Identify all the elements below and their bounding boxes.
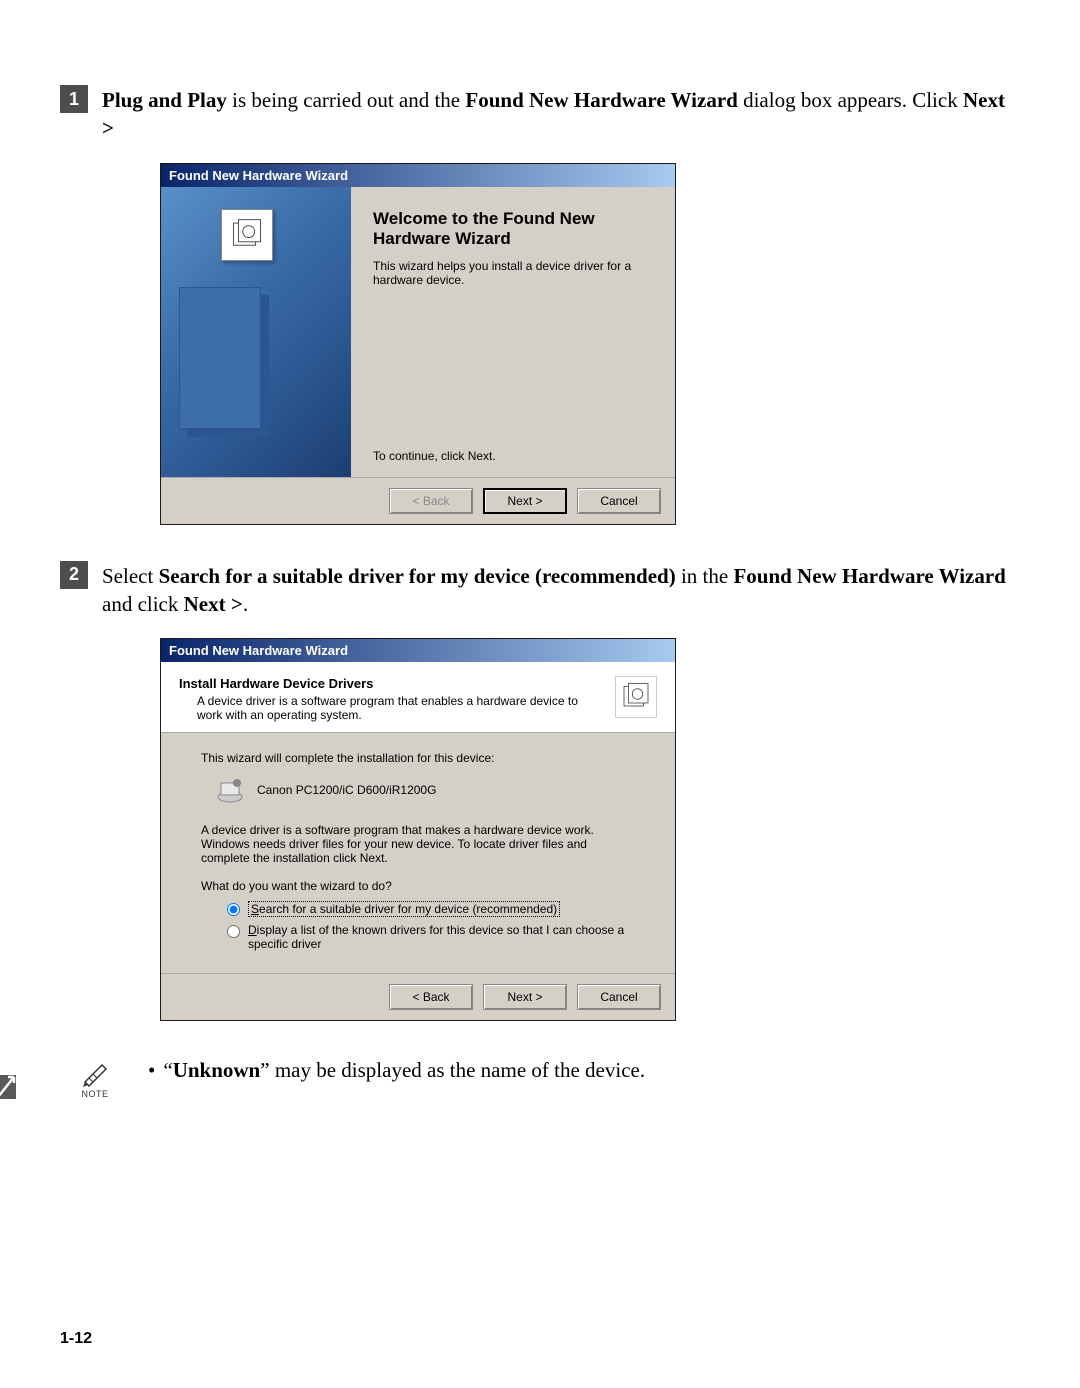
radio-input-2[interactable] xyxy=(227,925,240,938)
cancel-button[interactable]: Cancel xyxy=(577,488,661,514)
cancel-button[interactable]: Cancel xyxy=(577,984,661,1010)
txt: “ xyxy=(163,1058,172,1082)
device-icon xyxy=(215,775,245,805)
wizard1-button-row: < Back Next > Cancel xyxy=(161,477,675,524)
next-button[interactable]: Next > xyxy=(483,984,567,1010)
txt: is being carried out and the xyxy=(227,88,466,112)
back-button: < Back xyxy=(389,488,473,514)
note-text: • “Unknown” may be displayed as the name… xyxy=(148,1057,645,1084)
txt: and click xyxy=(102,592,184,616)
wizard2-question: What do you want the wizard to do? xyxy=(201,879,635,893)
wizard2-line1: This wizard will complete the installati… xyxy=(201,751,635,765)
wizard2-device-name: Canon PC1200/iC D600/iR1200G xyxy=(257,783,436,797)
radio-input-1[interactable] xyxy=(227,903,240,916)
wizard1-sidebar-graphic xyxy=(161,187,351,477)
radio-display-list[interactable]: Display a list of the known drivers for … xyxy=(227,923,635,951)
driver-disc-icon xyxy=(221,209,273,261)
txt: Plug and Play xyxy=(102,88,227,112)
txt: . xyxy=(243,592,248,616)
step-number-2: 2 xyxy=(60,561,88,589)
note-label: NOTE xyxy=(81,1089,108,1099)
wizard2-header: Install Hardware Device Drivers A device… xyxy=(161,662,675,733)
pencil-icon xyxy=(80,1057,110,1087)
txt: in the xyxy=(676,564,734,588)
txt: Search for a suitable driver for my devi… xyxy=(159,564,676,588)
wizard2-header-title: Install Hardware Device Drivers xyxy=(179,676,599,691)
driver-disc-icon xyxy=(615,676,657,718)
txt: Unknown xyxy=(173,1058,261,1082)
txt: Next > xyxy=(184,592,243,616)
margin-arrow-icon xyxy=(0,1075,16,1099)
wizard1-subtext: This wizard helps you install a device d… xyxy=(373,259,653,287)
txt: dialog box appears. Click xyxy=(738,88,963,112)
txt: Select xyxy=(102,564,159,588)
step-number-1: 1 xyxy=(60,85,88,113)
step-1-text: Plug and Play is being carried out and t… xyxy=(102,85,1020,143)
wizard1-titlebar: Found New Hardware Wizard xyxy=(161,164,675,187)
bullet: • xyxy=(148,1057,155,1084)
wizard2-titlebar: Found New Hardware Wizard xyxy=(161,639,675,662)
back-label: < Back xyxy=(412,990,449,1004)
next-label: Next > xyxy=(507,494,542,508)
wizard1-heading: Welcome to the Found New Hardware Wizard xyxy=(373,209,653,250)
wizard1-continue-text: To continue, click Next. xyxy=(373,449,653,469)
txt: ” may be displayed as the name of the de… xyxy=(260,1058,645,1082)
txt: Found New Hardware Wizard xyxy=(733,564,1005,588)
back-button[interactable]: < Back xyxy=(389,984,473,1010)
step-2-text: Select Search for a suitable driver for … xyxy=(102,561,1020,619)
wizard-dialog-2: Found New Hardware Wizard Install Hardwa… xyxy=(160,638,676,1021)
wizard-dialog-1: Found New Hardware Wizard Welcome to the… xyxy=(160,163,676,525)
wizard2-desc2: A device driver is a software program th… xyxy=(201,823,635,865)
note-marker: NOTE xyxy=(60,1057,130,1099)
radio1-label: Search for a suitable driver for my devi… xyxy=(248,901,560,917)
wizard2-header-desc: A device driver is a software program th… xyxy=(179,694,599,722)
wizard2-button-row: < Back Next > Cancel xyxy=(161,973,675,1020)
radio2-label: Display a list of the known drivers for … xyxy=(248,923,635,951)
next-label: Next > xyxy=(507,990,542,1004)
txt: Found New Hardware Wizard xyxy=(465,88,737,112)
next-button[interactable]: Next > xyxy=(483,488,567,514)
radio-search-recommended[interactable]: Search for a suitable driver for my devi… xyxy=(227,901,635,917)
page-number: 1-12 xyxy=(60,1330,92,1348)
